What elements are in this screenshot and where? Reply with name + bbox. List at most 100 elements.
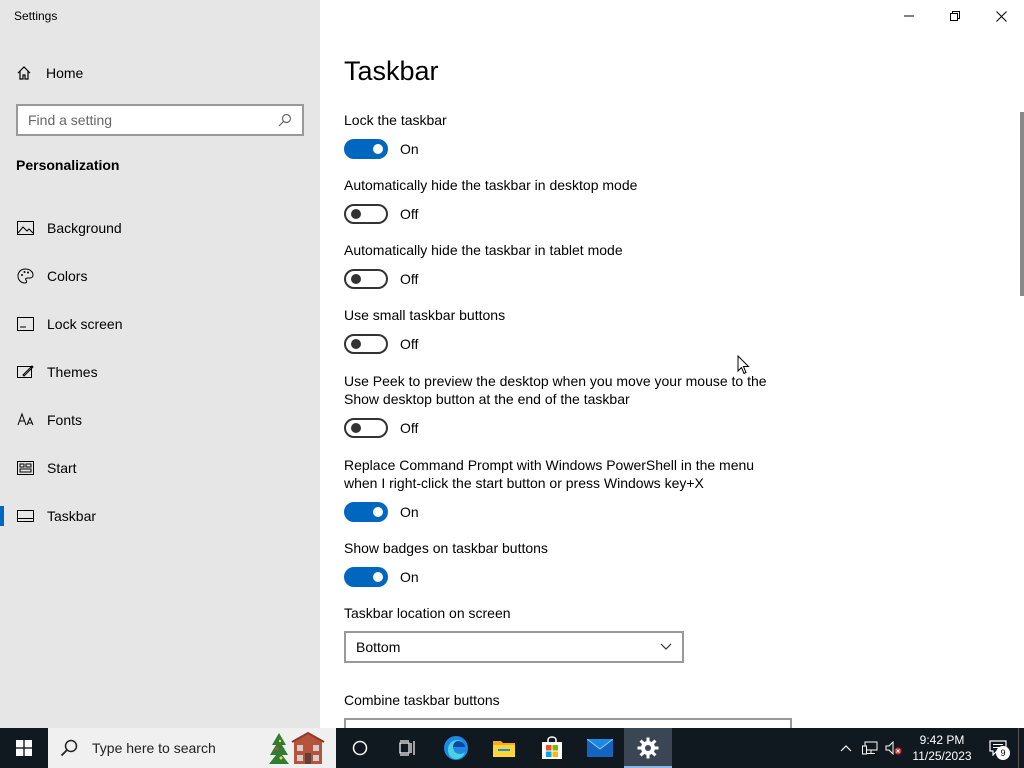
action-center-button[interactable]: 9 <box>978 728 1018 768</box>
setting-label: Automatically hide the taskbar in tablet… <box>344 242 623 258</box>
setting-label: Use Peek to preview the desktop when you… <box>344 373 767 407</box>
sidebar-item-background[interactable]: Background <box>0 204 320 252</box>
taskbar-search[interactable] <box>48 728 336 768</box>
sidebar-item-label: Lock screen <box>47 316 123 332</box>
setting-label: Show badges on taskbar buttons <box>344 540 548 556</box>
sidebar-item-label: Fonts <box>47 412 83 428</box>
location-dropdown[interactable]: Bottom <box>344 631 684 663</box>
home-link[interactable]: Home <box>16 62 83 84</box>
toggle-state: Off <box>400 336 419 352</box>
cortana-icon <box>352 740 368 756</box>
toggle-state: Off <box>400 271 419 287</box>
setting-lock-taskbar: Lock the taskbar On <box>344 111 784 159</box>
volume-muted-icon <box>885 741 902 755</box>
network-button[interactable] <box>858 728 882 768</box>
setting-combine: Combine taskbar buttons <box>344 691 814 728</box>
notification-count-badge: 9 <box>996 746 1010 760</box>
mouse-cursor-icon <box>737 355 750 375</box>
setting-peek: Use Peek to preview the desktop when you… <box>344 372 784 438</box>
clock[interactable]: 9:42 PM 11/25/2023 <box>906 732 978 764</box>
home-label: Home <box>46 65 84 81</box>
setting-label: Taskbar location on screen <box>344 605 511 621</box>
windows-logo-icon <box>16 740 32 756</box>
show-desktop-button[interactable] <box>1018 728 1024 768</box>
minimize-button[interactable] <box>886 0 932 32</box>
setting-small-buttons: Use small taskbar buttons Off <box>344 306 784 354</box>
setting-powershell: Replace Command Prompt with Windows Powe… <box>344 456 784 522</box>
edge-button[interactable] <box>432 728 480 768</box>
sidebar-item-fonts[interactable]: Fonts <box>0 396 320 444</box>
restore-button[interactable] <box>932 0 978 32</box>
app-title: Settings <box>14 9 58 23</box>
restore-icon <box>950 11 960 21</box>
task-view-icon <box>399 740 415 756</box>
minimize-icon <box>904 15 914 17</box>
autohide-tablet-toggle[interactable] <box>344 269 388 289</box>
sidebar-item-label: Taskbar <box>47 508 97 524</box>
setting-label: Combine taskbar buttons <box>344 692 500 708</box>
file-explorer-button[interactable] <box>480 728 528 768</box>
badges-toggle[interactable] <box>344 567 388 587</box>
setting-location: Taskbar location on screen Bottom <box>344 604 784 663</box>
sidebar-item-themes[interactable]: Themes <box>0 348 320 396</box>
sidebar-item-label: Background <box>47 220 122 236</box>
page-title: Taskbar <box>344 56 439 86</box>
settings-taskbar-button[interactable] <box>624 728 672 768</box>
setting-autohide-tablet: Automatically hide the taskbar in tablet… <box>344 241 784 289</box>
setting-label: Automatically hide the taskbar in deskto… <box>344 177 638 193</box>
lock-screen-icon <box>16 315 34 333</box>
sidebar-item-label: Start <box>47 460 77 476</box>
search-input[interactable] <box>28 112 278 128</box>
task-view-button[interactable] <box>384 728 432 768</box>
peek-toggle[interactable] <box>344 418 388 438</box>
setting-label: Lock the taskbar <box>344 112 447 128</box>
system-tray: 9:42 PM 11/25/2023 9 <box>834 728 1024 768</box>
sidebar: Settings Home Personalization Background… <box>0 0 320 728</box>
start-button[interactable] <box>0 728 48 768</box>
setting-label: Replace Command Prompt with Windows Powe… <box>344 457 755 491</box>
toggle-state: Off <box>400 420 419 436</box>
scrollbar-thumb[interactable] <box>1020 112 1024 296</box>
taskbar-search-input[interactable] <box>92 740 262 756</box>
mail-button[interactable] <box>576 728 624 768</box>
edge-icon <box>444 736 468 760</box>
small-buttons-toggle[interactable] <box>344 334 388 354</box>
network-icon <box>862 741 878 755</box>
setting-autohide-desktop: Automatically hide the taskbar in deskto… <box>344 176 784 224</box>
combine-dropdown[interactable] <box>344 718 792 728</box>
store-icon <box>542 736 562 759</box>
home-icon <box>17 66 31 80</box>
powershell-toggle[interactable] <box>344 502 388 522</box>
toggle-state: Off <box>400 206 419 222</box>
cortana-button[interactable] <box>336 728 384 768</box>
nav-list: Background Colors Lock screen Themes Fon… <box>0 204 320 540</box>
search-icon <box>60 739 78 757</box>
volume-button[interactable] <box>882 728 906 768</box>
close-button[interactable] <box>978 0 1024 32</box>
close-icon <box>995 10 1007 22</box>
search-icon[interactable] <box>278 113 292 127</box>
gear-icon <box>637 737 659 759</box>
palette-icon <box>16 267 34 285</box>
search-box[interactable] <box>16 104 304 136</box>
sidebar-item-colors[interactable]: Colors <box>0 252 320 300</box>
themes-icon <box>16 363 34 381</box>
autohide-desktop-toggle[interactable] <box>344 204 388 224</box>
folder-icon <box>493 741 515 757</box>
sidebar-item-taskbar[interactable]: Taskbar <box>0 492 320 540</box>
show-hidden-icons-button[interactable] <box>834 728 858 768</box>
sidebar-item-lock-screen[interactable]: Lock screen <box>0 300 320 348</box>
start-icon <box>16 459 34 477</box>
clock-time: 9:42 PM <box>919 733 965 747</box>
chevron-up-icon <box>840 745 852 752</box>
background-icon <box>16 219 34 237</box>
holiday-tree-icon <box>269 731 325 764</box>
chevron-down-icon <box>660 643 672 650</box>
sidebar-item-label: Themes <box>47 364 98 380</box>
sidebar-item-start[interactable]: Start <box>0 444 320 492</box>
section-title: Personalization <box>16 157 120 173</box>
toggle-state: On <box>400 141 419 157</box>
store-button[interactable] <box>528 728 576 768</box>
clock-date: 11/25/2023 <box>912 749 972 763</box>
lock-taskbar-toggle[interactable] <box>344 139 388 159</box>
